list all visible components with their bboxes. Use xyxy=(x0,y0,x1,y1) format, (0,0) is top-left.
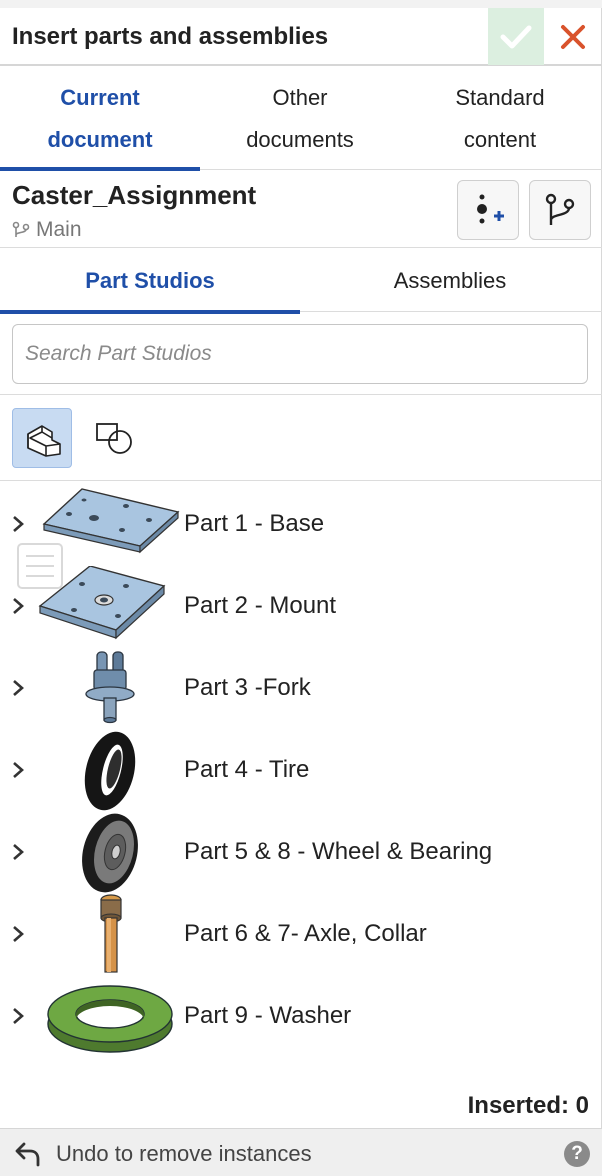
item-label: Part 4 - Tire xyxy=(184,756,310,783)
list-item[interactable]: Part 2 - Mount xyxy=(0,566,602,648)
branch-label: Main xyxy=(36,218,82,241)
checkmark-icon xyxy=(500,25,532,48)
tab-other-documents[interactable]: Other documents xyxy=(200,68,400,170)
insert-with-configuration-button[interactable] xyxy=(457,180,519,240)
insert-dialog: Insert parts and assemblies Current docum… xyxy=(0,0,602,1176)
list-item[interactable]: Part 3 -Fork xyxy=(0,648,602,730)
fork-thumbnail xyxy=(85,651,135,724)
version-graph-icon xyxy=(545,193,575,225)
item-label: Part 2 - Mount xyxy=(184,592,337,619)
branch-icon xyxy=(12,221,30,237)
tab-label-line2: documents xyxy=(246,127,354,152)
tab-current-document[interactable]: Current document xyxy=(0,68,200,171)
divider xyxy=(0,480,602,481)
chevron-right-icon[interactable] xyxy=(8,513,28,535)
mount-plate-thumbnail xyxy=(38,566,166,640)
chevron-right-icon[interactable] xyxy=(8,677,28,699)
close-icon xyxy=(561,24,585,49)
tire-thumbnail xyxy=(84,731,136,811)
list-item[interactable]: Part 4 - Tire xyxy=(0,730,602,812)
axle-thumbnail xyxy=(100,894,122,973)
document-branch: Main xyxy=(12,218,82,242)
dialog-title: Insert parts and assemblies xyxy=(12,23,329,50)
document-name: Caster_Assignment xyxy=(12,180,257,210)
branch-version-button[interactable] xyxy=(529,180,591,240)
inserted-count: Inserted: 0 xyxy=(467,1092,589,1119)
item-label: Part 3 -Fork xyxy=(184,674,311,701)
dialog-footer: Undo to remove instances ? xyxy=(0,1128,602,1176)
filter-sketch-button[interactable] xyxy=(84,408,144,468)
list-item[interactable]: Part 1 - Base xyxy=(0,484,602,566)
confirm-button[interactable] xyxy=(488,8,544,65)
chevron-right-icon[interactable] xyxy=(8,759,28,781)
item-label: Part 1 - Base xyxy=(184,510,325,537)
configuration-add-icon xyxy=(477,194,504,224)
undo-icon[interactable] xyxy=(14,1141,42,1167)
list-item[interactable]: Part 6 & 7- Axle, Collar xyxy=(0,894,602,976)
chevron-right-icon[interactable] xyxy=(8,1005,28,1027)
sketch-filter-icon xyxy=(96,423,132,454)
source-tabs: Current document Other documents Standard c… xyxy=(0,68,602,171)
tab-label-line2: content xyxy=(463,127,537,152)
tab-label-line1: Current xyxy=(60,85,140,110)
close-button[interactable] xyxy=(548,8,598,65)
undo-message: Undo to remove instances xyxy=(56,1141,312,1166)
tab-assemblies[interactable]: Assemblies xyxy=(300,250,600,312)
dialog-header: Insert parts and assemblies xyxy=(0,8,602,66)
tab-label-line2: document xyxy=(47,127,153,152)
washer-thumbnail xyxy=(47,985,173,1053)
item-label: Part 5 & 8 - Wheel & Bearing xyxy=(184,838,493,865)
list-item[interactable]: Part 5 & 8 - Wheel & Bearing xyxy=(0,812,602,894)
search-input[interactable] xyxy=(12,324,588,384)
divider xyxy=(0,394,602,395)
tab-label-line1: Other xyxy=(272,85,328,110)
filter-part-studio-button[interactable] xyxy=(12,408,72,468)
chevron-right-icon[interactable] xyxy=(8,595,28,617)
item-label: Part 6 & 7- Axle, Collar xyxy=(184,920,427,947)
item-label: Part 9 - Washer xyxy=(184,1002,352,1029)
base-plate-thumbnail xyxy=(42,488,180,554)
tab-standard-content[interactable]: Standard content xyxy=(400,68,600,170)
list-item[interactable]: Part 9 - Washer xyxy=(0,976,602,1058)
top-strip xyxy=(0,0,602,8)
element-type-tabs: Part Studios Assemblies xyxy=(0,250,602,314)
tab-label-line1: Standard xyxy=(455,85,545,110)
help-icon[interactable]: ? xyxy=(564,1141,590,1167)
tab-part-studios[interactable]: Part Studios xyxy=(0,250,300,314)
wheel-thumbnail xyxy=(82,813,138,893)
chevron-right-icon[interactable] xyxy=(8,841,28,863)
chevron-right-icon[interactable] xyxy=(8,923,28,945)
part-studio-filter-icon xyxy=(27,425,61,457)
document-header: Caster_Assignment Main xyxy=(0,170,602,248)
